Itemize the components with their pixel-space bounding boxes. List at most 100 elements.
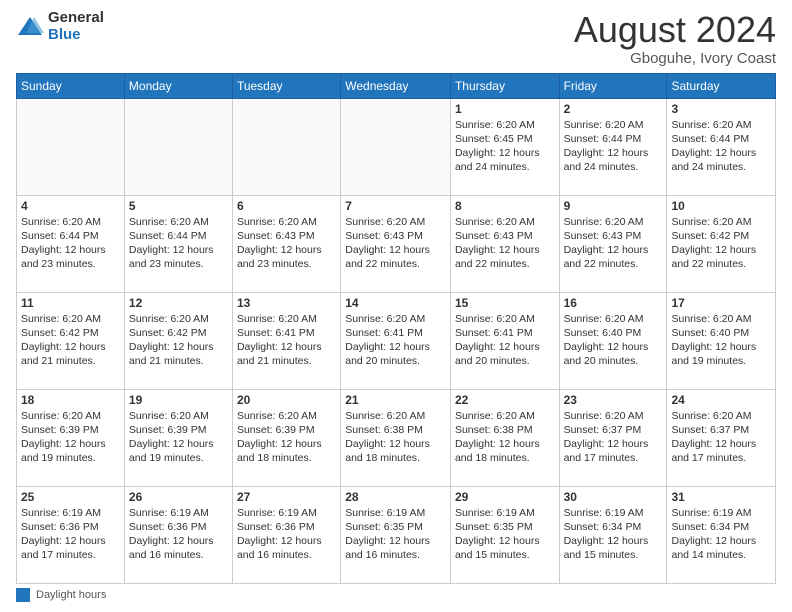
day-number: 6 [237, 199, 336, 213]
day-info: Sunrise: 6:20 AM Sunset: 6:45 PM Dayligh… [455, 118, 555, 175]
day-number: 30 [564, 490, 663, 504]
table-row: 12Sunrise: 6:20 AM Sunset: 6:42 PM Dayli… [124, 292, 232, 389]
day-info: Sunrise: 6:19 AM Sunset: 6:34 PM Dayligh… [671, 506, 771, 563]
table-row [341, 98, 451, 195]
day-info: Sunrise: 6:20 AM Sunset: 6:37 PM Dayligh… [671, 409, 771, 466]
table-row: 9Sunrise: 6:20 AM Sunset: 6:43 PM Daylig… [559, 195, 667, 292]
day-info: Sunrise: 6:20 AM Sunset: 6:44 PM Dayligh… [564, 118, 663, 175]
table-row: 2Sunrise: 6:20 AM Sunset: 6:44 PM Daylig… [559, 98, 667, 195]
col-friday: Friday [559, 73, 667, 98]
day-number: 21 [345, 393, 446, 407]
day-info: Sunrise: 6:19 AM Sunset: 6:34 PM Dayligh… [564, 506, 663, 563]
day-info: Sunrise: 6:20 AM Sunset: 6:40 PM Dayligh… [564, 312, 663, 369]
table-row: 1Sunrise: 6:20 AM Sunset: 6:45 PM Daylig… [450, 98, 559, 195]
day-info: Sunrise: 6:19 AM Sunset: 6:35 PM Dayligh… [345, 506, 446, 563]
table-row: 20 Sunrise: 6:20 AM Sunset: 6:39 PM Dayli… [232, 389, 340, 486]
table-row: 15 Sunrise: 6:20 AM Sunset: 6:41 PM Dayli… [450, 292, 559, 389]
day-number: 15 [455, 296, 555, 310]
table-row: 21 Sunrise: 6:20 AM Sunset: 6:38 PM Dayli… [341, 389, 451, 486]
page: General Blue August 2024 Gboguhe, Ivory … [0, 0, 792, 612]
table-row: 27 Sunrise: 6:19 AM Sunset: 6:36 PM Dayli… [232, 486, 340, 583]
day-info: Sunrise: 6:20 AM Sunset: 6:42 PM Dayligh… [21, 312, 120, 369]
table-row: 23Sunrise: 6:20 AM Sunset: 6:37 PM Dayli… [559, 389, 667, 486]
calendar-week-row: 25 Sunrise: 6:19 AM Sunset: 6:36 PM Dayli… [17, 486, 776, 583]
table-row: 19 Sunrise: 6:20 AM Sunset: 6:39 PM Dayli… [124, 389, 232, 486]
logo-text: General Blue [48, 10, 104, 43]
day-number: 14 [345, 296, 446, 310]
day-number: 28 [345, 490, 446, 504]
day-number: 13 [237, 296, 336, 310]
day-number: 11 [21, 296, 120, 310]
table-row [232, 98, 340, 195]
table-row: 24 Sunrise: 6:20 AM Sunset: 6:37 PM Dayli… [667, 389, 776, 486]
day-info: Sunrise: 6:19 AM Sunset: 6:35 PM Dayligh… [455, 506, 555, 563]
day-info: Sunrise: 6:20 AM Sunset: 6:42 PM Dayligh… [671, 215, 771, 272]
col-saturday: Saturday [667, 73, 776, 98]
day-info: Sunrise: 6:20 AM Sunset: 6:43 PM Dayligh… [455, 215, 555, 272]
calendar-week-row: 1Sunrise: 6:20 AM Sunset: 6:45 PM Daylig… [17, 98, 776, 195]
day-number: 20 [237, 393, 336, 407]
day-info: Sunrise: 6:19 AM Sunset: 6:36 PM Dayligh… [21, 506, 120, 563]
day-number: 17 [671, 296, 771, 310]
table-row: 6 Sunrise: 6:20 AM Sunset: 6:43 PM Daylig… [232, 195, 340, 292]
day-number: 25 [21, 490, 120, 504]
title-month: August 2024 [574, 10, 776, 50]
day-info: Sunrise: 6:20 AM Sunset: 6:38 PM Dayligh… [455, 409, 555, 466]
col-sunday: Sunday [17, 73, 125, 98]
day-info: Sunrise: 6:19 AM Sunset: 6:36 PM Dayligh… [129, 506, 228, 563]
day-number: 4 [21, 199, 120, 213]
day-info: Sunrise: 6:20 AM Sunset: 6:41 PM Dayligh… [345, 312, 446, 369]
col-tuesday: Tuesday [232, 73, 340, 98]
day-info: Sunrise: 6:20 AM Sunset: 6:44 PM Dayligh… [21, 215, 120, 272]
table-row: 8 Sunrise: 6:20 AM Sunset: 6:43 PM Daylig… [450, 195, 559, 292]
calendar-week-row: 11 Sunrise: 6:20 AM Sunset: 6:42 PM Dayli… [17, 292, 776, 389]
day-info: Sunrise: 6:20 AM Sunset: 6:39 PM Dayligh… [21, 409, 120, 466]
table-row: 29 Sunrise: 6:19 AM Sunset: 6:35 PM Dayli… [450, 486, 559, 583]
day-info: Sunrise: 6:20 AM Sunset: 6:38 PM Dayligh… [345, 409, 446, 466]
table-row: 7Sunrise: 6:20 AM Sunset: 6:43 PM Daylig… [341, 195, 451, 292]
table-row: 3Sunrise: 6:20 AM Sunset: 6:44 PM Daylig… [667, 98, 776, 195]
table-row: 5 Sunrise: 6:20 AM Sunset: 6:44 PM Daylig… [124, 195, 232, 292]
calendar-week-row: 18Sunrise: 6:20 AM Sunset: 6:39 PM Dayli… [17, 389, 776, 486]
day-number: 29 [455, 490, 555, 504]
day-number: 19 [129, 393, 228, 407]
day-number: 31 [671, 490, 771, 504]
calendar-week-row: 4 Sunrise: 6:20 AM Sunset: 6:44 PM Daylig… [17, 195, 776, 292]
day-number: 27 [237, 490, 336, 504]
day-info: Sunrise: 6:20 AM Sunset: 6:43 PM Dayligh… [345, 215, 446, 272]
day-info: Sunrise: 6:20 AM Sunset: 6:39 PM Dayligh… [237, 409, 336, 466]
day-number: 3 [671, 102, 771, 116]
table-row: 16Sunrise: 6:20 AM Sunset: 6:40 PM Dayli… [559, 292, 667, 389]
table-row: 30 Sunrise: 6:19 AM Sunset: 6:34 PM Dayli… [559, 486, 667, 583]
table-row: 28 Sunrise: 6:19 AM Sunset: 6:35 PM Dayli… [341, 486, 451, 583]
day-info: Sunrise: 6:19 AM Sunset: 6:36 PM Dayligh… [237, 506, 336, 563]
logo: General Blue [16, 10, 104, 43]
day-number: 10 [671, 199, 771, 213]
table-row: 4 Sunrise: 6:20 AM Sunset: 6:44 PM Daylig… [17, 195, 125, 292]
day-number: 22 [455, 393, 555, 407]
table-row [124, 98, 232, 195]
table-row: 22 Sunrise: 6:20 AM Sunset: 6:38 PM Dayli… [450, 389, 559, 486]
day-info: Sunrise: 6:20 AM Sunset: 6:39 PM Dayligh… [129, 409, 228, 466]
table-row: 26Sunrise: 6:19 AM Sunset: 6:36 PM Dayli… [124, 486, 232, 583]
col-monday: Monday [124, 73, 232, 98]
day-number: 24 [671, 393, 771, 407]
day-info: Sunrise: 6:20 AM Sunset: 6:42 PM Dayligh… [129, 312, 228, 369]
day-number: 23 [564, 393, 663, 407]
title-block: August 2024 Gboguhe, Ivory Coast [574, 10, 776, 67]
calendar-table: Sunday Monday Tuesday Wednesday Thursday… [16, 73, 776, 584]
col-wednesday: Wednesday [341, 73, 451, 98]
logo-blue: Blue [48, 27, 104, 44]
legend: Daylight hours [16, 588, 776, 602]
table-row: 31 Sunrise: 6:19 AM Sunset: 6:34 PM Dayli… [667, 486, 776, 583]
table-row [17, 98, 125, 195]
day-info: Sunrise: 6:20 AM Sunset: 6:41 PM Dayligh… [237, 312, 336, 369]
logo-general: General [48, 10, 104, 27]
day-number: 8 [455, 199, 555, 213]
legend-color-box [16, 588, 30, 602]
day-info: Sunrise: 6:20 AM Sunset: 6:44 PM Dayligh… [129, 215, 228, 272]
day-number: 5 [129, 199, 228, 213]
table-row: 25 Sunrise: 6:19 AM Sunset: 6:36 PM Dayli… [17, 486, 125, 583]
day-info: Sunrise: 6:20 AM Sunset: 6:43 PM Dayligh… [237, 215, 336, 272]
day-info: Sunrise: 6:20 AM Sunset: 6:41 PM Dayligh… [455, 312, 555, 369]
